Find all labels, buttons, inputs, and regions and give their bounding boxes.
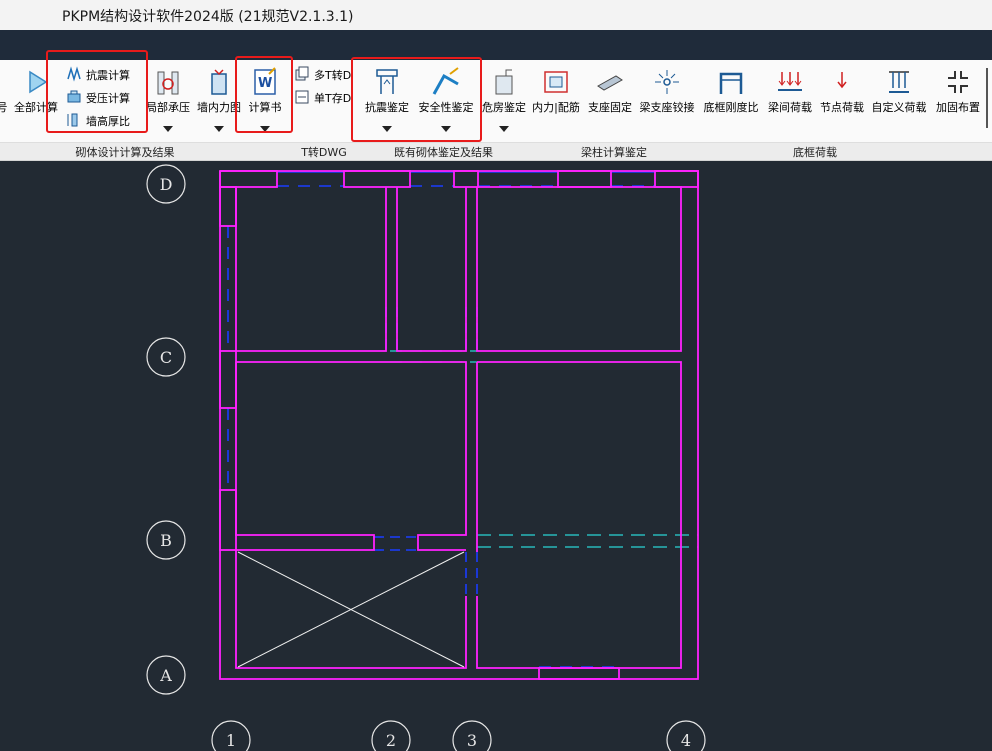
seismic-calc-button[interactable]: 抗震计算	[66, 64, 142, 84]
support-hinge-button[interactable]: 梁支座铰接	[636, 64, 698, 142]
calc-all-label: 全部计算	[14, 101, 58, 114]
safety-check-label: 安全性鉴定	[418, 101, 474, 114]
danger-check-dropdown-arrow	[499, 126, 509, 132]
custom-load-icon	[889, 71, 909, 93]
compress-calc-label: 受压计算	[86, 92, 130, 105]
beam-load-button[interactable]: 梁间荷载	[764, 64, 816, 142]
seismic-check-dropdown-arrow	[382, 126, 392, 132]
calc-book-icon: W	[254, 67, 276, 95]
calc-all-button[interactable]: 全部计算	[10, 64, 62, 142]
wall-ratio-label: 墙高厚比	[86, 115, 130, 128]
group-masonry-label: 砌体设计计算及结果	[75, 146, 175, 159]
support-hinge-label: 梁支座铰接	[639, 101, 695, 114]
calc-book-label: 计算书	[248, 101, 282, 114]
play-icon	[29, 70, 48, 94]
node-load-icon	[837, 72, 847, 89]
seismic-check-label: 抗震鉴定	[365, 101, 409, 114]
cut-off-label: 号	[0, 101, 8, 114]
local-bearing-button[interactable]: 局部承压	[143, 64, 193, 142]
custom-load-label: 自定义荷载	[871, 101, 927, 114]
group-t2dwg-label: T转DWG	[301, 146, 347, 159]
support-fixed-icon	[597, 75, 623, 91]
reinforce-layout-icon	[948, 71, 968, 93]
group-beam-col-label: 梁柱计算鉴定	[581, 146, 647, 159]
ribbon-overflow-edge	[986, 68, 992, 128]
multi-t-label: 多T转D	[314, 69, 352, 82]
svg-text:W: W	[258, 76, 272, 91]
safety-check-button[interactable]: 安全性鉴定	[414, 64, 478, 142]
danger-check-icon	[495, 69, 513, 95]
beam-load-label: 梁间荷载	[768, 101, 812, 114]
node-load-label: 节点荷载	[820, 101, 864, 114]
danger-check-button[interactable]: 危房鉴定	[478, 64, 530, 142]
group-frame-load-label: 底框荷载	[793, 146, 837, 159]
dimension-lines	[390, 350, 698, 548]
wall-ratio-icon	[67, 113, 78, 127]
compress-calc-icon	[67, 90, 81, 103]
axis-label-2: 2	[386, 731, 396, 750]
axis-label-b: B	[160, 531, 172, 550]
beam-lines	[227, 171, 655, 680]
group-existing-label: 既有砌体鉴定及结果	[394, 146, 493, 159]
single-t-label: 单T存D	[314, 92, 352, 105]
safety-check-dropdown-arrow	[441, 126, 451, 132]
support-fixed-label: 支座固定	[588, 101, 632, 114]
local-bearing-label: 局部承压	[146, 101, 190, 114]
seismic-check-button[interactable]: 抗震鉴定	[360, 64, 414, 142]
axis-label-d: D	[160, 175, 173, 194]
frame-stiffness-button[interactable]: 底框刚度比	[700, 64, 762, 142]
window-title: PKPM结构设计软件2024版 (21规范V2.1.3.1)	[62, 9, 354, 25]
reinforce-layout-button[interactable]: 加固布置	[932, 64, 984, 142]
ribbon-group-bar: 砌体设计计算及结果 T转DWG 既有砌体鉴定及结果 梁柱计算鉴定 底框荷载	[0, 142, 992, 160]
wall-force-button[interactable]: 墙内力图	[194, 64, 244, 142]
axis-label-c: C	[160, 348, 172, 367]
danger-check-label: 危房鉴定	[482, 101, 526, 114]
beam-load-icon	[778, 72, 802, 91]
title-bar: PKPM结构设计软件2024版 (21规范V2.1.3.1)	[0, 0, 992, 30]
axis-label-3: 3	[467, 731, 477, 750]
axis-label-4: 4	[681, 731, 691, 750]
support-hinge-icon	[655, 70, 679, 94]
inner-force-icon	[544, 71, 568, 93]
seismic-calc-label: 抗震计算	[86, 69, 130, 82]
inner-force-label: 内力|配筋	[532, 101, 580, 114]
inner-force-button[interactable]: 内力|配筋	[528, 64, 584, 142]
local-bearing-dropdown-arrow	[163, 126, 173, 132]
axis-label-1: 1	[226, 731, 236, 750]
compress-calc-button[interactable]: 受压计算	[66, 87, 142, 107]
axis-labels: D C B A 1 2 3 4	[159, 175, 691, 750]
seismic-check-icon	[376, 69, 398, 94]
dwg-file-icon	[295, 90, 309, 104]
seismic-calc-icon	[67, 66, 81, 82]
multi-doc-icon	[295, 66, 309, 81]
menu-strip	[0, 30, 992, 60]
calc-book-dropdown-arrow	[260, 126, 270, 132]
safety-check-icon	[432, 67, 459, 95]
custom-load-button[interactable]: 自定义荷载	[868, 64, 930, 142]
local-bearing-icon	[157, 71, 179, 95]
node-load-button[interactable]: 节点荷载	[816, 64, 868, 142]
wall-force-dropdown-arrow	[214, 126, 224, 132]
wall-outlines	[219, 170, 699, 680]
axis-bubbles	[146, 164, 706, 751]
support-fixed-button[interactable]: 支座固定	[584, 64, 636, 142]
wall-force-icon	[211, 69, 227, 95]
wall-force-label: 墙内力图	[197, 101, 241, 114]
frame-stiffness-icon	[719, 72, 743, 94]
frame-stiffness-label: 底框刚度比	[703, 101, 759, 114]
multi-t-to-dwg-button[interactable]: 多T转D	[294, 64, 356, 84]
drawing-canvas[interactable]: D C B A 1 2 3 4	[0, 160, 992, 751]
reinforce-layout-label: 加固布置	[936, 101, 980, 114]
void-cross	[237, 551, 465, 668]
cut-off-button[interactable]: 号	[0, 64, 8, 142]
single-t-to-dwg-button[interactable]: 单T存D	[294, 87, 356, 107]
calc-book-button[interactable]: W 计算书	[240, 64, 290, 142]
axis-label-a: A	[159, 666, 172, 685]
wall-ratio-button[interactable]: 墙高厚比	[66, 110, 142, 130]
